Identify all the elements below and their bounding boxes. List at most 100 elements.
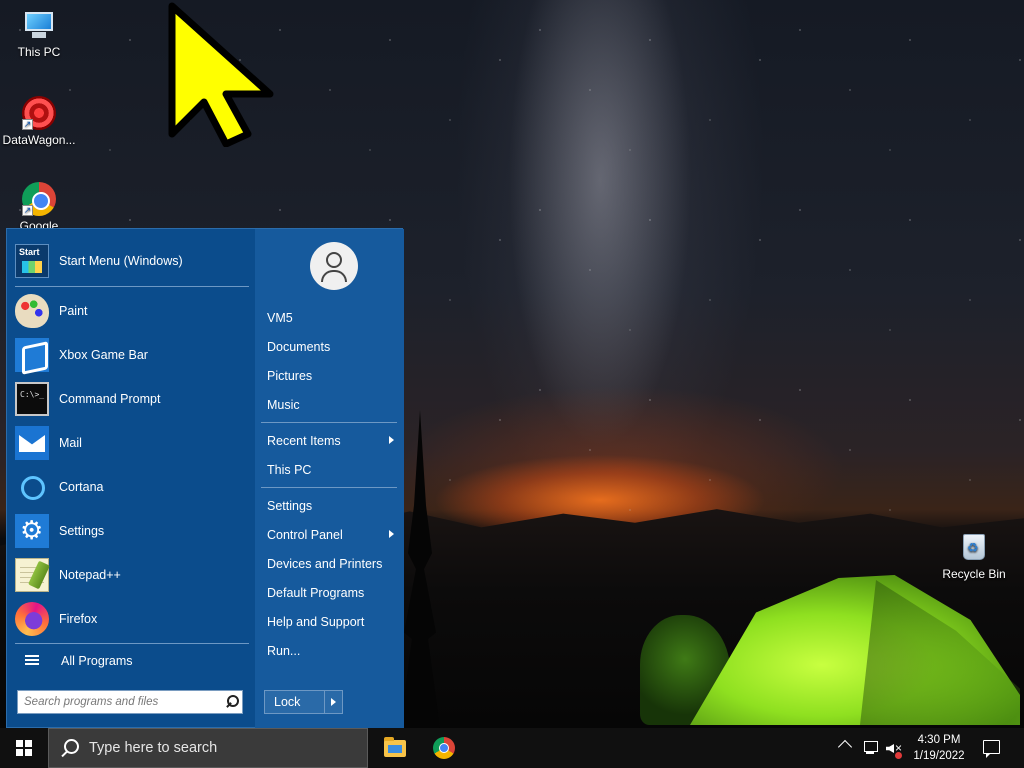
program-label: Start Menu (Windows) (59, 254, 183, 268)
submenu-arrow-icon (389, 530, 394, 538)
start-search-input[interactable] (18, 692, 222, 712)
shortcut-arrow-icon: ↗ (22, 119, 33, 130)
programs-divider (15, 286, 249, 287)
command-prompt-icon: C:\>_ (15, 382, 49, 416)
recycle-bin-icon (957, 530, 991, 564)
place-label: Recent Items (267, 433, 341, 448)
windows-logo-icon (16, 740, 32, 756)
notepad-plus-plus-icon (15, 558, 49, 592)
desktop-icon-recycle-bin[interactable]: Recycle Bin (936, 530, 1012, 581)
program-label: Cortana (59, 480, 104, 494)
place-item-control-panel[interactable]: Control Panel (259, 521, 400, 548)
lock-label: Lock (274, 695, 301, 709)
network-icon[interactable] (863, 741, 879, 755)
power-options-arrow-icon[interactable] (324, 691, 342, 713)
place-item-default-programs[interactable]: Default Programs (259, 579, 400, 606)
program-label: Xbox Game Bar (59, 348, 148, 362)
start-menu-programs-pane: Start Start Menu (Windows) Paint Xbox Ga… (7, 229, 255, 729)
taskbar-app-chrome[interactable] (420, 728, 468, 768)
search-icon (49, 728, 89, 768)
place-item-devices-and-printers[interactable]: Devices and Printers (259, 550, 400, 577)
places-divider (261, 487, 397, 488)
desktop-icon-datawagon[interactable]: ↗ DataWagon... (1, 96, 77, 147)
firefox-icon (15, 602, 49, 636)
place-label: VM5 (267, 310, 293, 325)
place-label: Pictures (267, 368, 313, 383)
notification-center-icon[interactable] (983, 740, 1000, 758)
start-button[interactable] (0, 728, 48, 768)
program-mail[interactable]: Mail (11, 421, 251, 465)
paint-icon (15, 294, 49, 328)
desktop-icon-label: Recycle Bin (942, 567, 1006, 581)
place-label: Settings (267, 498, 313, 513)
program-label: Paint (59, 304, 88, 318)
desktop-icon-google-chrome[interactable]: ↗ Google (1, 182, 77, 233)
place-item-settings[interactable]: Settings (259, 492, 400, 519)
place-item-vm5[interactable]: VM5 (259, 304, 400, 331)
place-label: Devices and Printers (267, 556, 383, 571)
program-label: Notepad++ (59, 568, 121, 582)
start-menu: Start Start Menu (Windows) Paint Xbox Ga… (6, 228, 404, 729)
settings-gear-icon (15, 514, 49, 548)
program-cortana[interactable]: Cortana (11, 465, 251, 509)
program-firefox[interactable]: Firefox (11, 597, 251, 641)
lock-button[interactable]: Lock (264, 690, 343, 714)
program-label: Settings (59, 524, 105, 538)
mouse-cursor-icon (168, 2, 274, 147)
start-search-box[interactable] (17, 690, 243, 714)
mute-indicator-icon (895, 752, 902, 759)
place-item-this-pc[interactable]: This PC (259, 456, 400, 483)
place-label: Run... (267, 643, 301, 658)
program-start-menu-windows[interactable]: Start Start Menu (Windows) (11, 239, 251, 283)
search-icon[interactable] (222, 692, 242, 712)
clock-time: 4:30 PM (917, 734, 961, 746)
desktop-icon-this-pc[interactable]: This PC (1, 8, 77, 59)
program-label: Mail (59, 436, 82, 450)
start-menu-icon: Start (15, 244, 49, 278)
place-item-help-and-support[interactable]: Help and Support (259, 608, 400, 635)
submenu-arrow-icon (389, 436, 394, 444)
program-label: Firefox (59, 612, 98, 626)
place-item-music[interactable]: Music (259, 391, 400, 418)
place-item-recent-items[interactable]: Recent Items (259, 427, 400, 454)
desktop-icon-label: This PC (17, 45, 61, 59)
chrome-icon: ↗ (22, 182, 56, 216)
computer-icon (22, 8, 56, 42)
place-item-pictures[interactable]: Pictures (259, 362, 400, 389)
program-paint[interactable]: Paint (11, 289, 251, 333)
place-item-documents[interactable]: Documents (259, 333, 400, 360)
place-label: This PC (267, 462, 312, 477)
desktop-icon-label: DataWagon... (2, 133, 76, 147)
place-label: Control Panel (267, 527, 343, 542)
shortcut-arrow-icon: ↗ (22, 205, 33, 216)
taskbar-clock[interactable]: 4:30 PM 1/19/2022 (906, 732, 972, 764)
list-icon (25, 655, 39, 667)
xbox-icon (15, 338, 49, 372)
place-label: Help and Support (267, 614, 365, 629)
taskbar: Type here to search 4:30 PM 1/19/2022 (0, 728, 1024, 768)
cortana-icon (15, 470, 49, 504)
program-command-prompt[interactable]: C:\>_ Command Prompt (11, 377, 251, 421)
program-settings[interactable]: Settings (11, 509, 251, 553)
all-programs-button[interactable]: All Programs (11, 644, 251, 678)
places-divider (261, 422, 397, 423)
place-label: Default Programs (267, 585, 365, 600)
place-item-run[interactable]: Run... (259, 637, 400, 664)
show-hidden-icons-chevron-icon[interactable] (837, 739, 853, 755)
mail-icon (15, 426, 49, 460)
program-xbox-game-bar[interactable]: Xbox Game Bar (11, 333, 251, 377)
place-label: Music (267, 397, 300, 412)
program-label: Command Prompt (59, 392, 161, 406)
place-label: Documents (267, 339, 331, 354)
user-avatar[interactable] (310, 242, 358, 290)
file-explorer-icon (384, 737, 406, 757)
clock-date: 1/19/2022 (913, 750, 965, 762)
all-programs-label: All Programs (61, 654, 133, 668)
taskbar-app-file-explorer[interactable] (370, 728, 418, 768)
start-menu-places-pane: VM5 Documents Pictures Music Recent Item… (255, 229, 404, 729)
taskbar-search-placeholder: Type here to search (89, 740, 218, 756)
datawagon-icon: ↗ (22, 96, 56, 130)
taskbar-search-box[interactable]: Type here to search (48, 728, 368, 768)
chrome-icon (433, 737, 455, 759)
program-notepad-plus-plus[interactable]: Notepad++ (11, 553, 251, 597)
